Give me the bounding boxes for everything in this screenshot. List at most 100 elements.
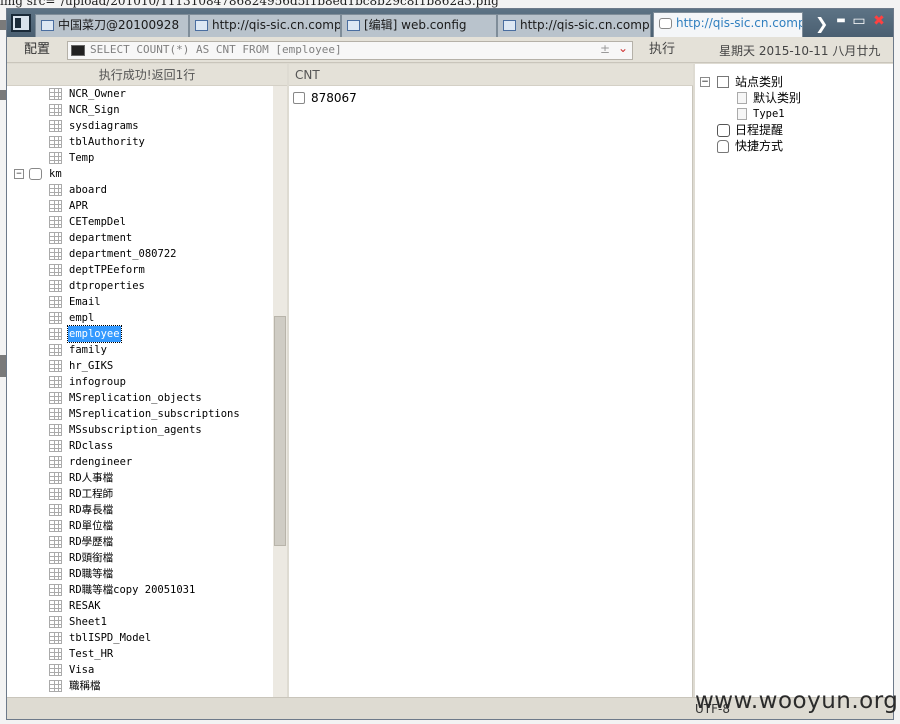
table-item[interactable]: MSreplication_subscriptions [7,406,273,422]
table-name: empl [69,312,95,324]
table-icon [49,312,62,324]
table-item[interactable]: dtproperties [7,278,273,294]
tab-terminal[interactable]: http://qis-sic.cn.compal.... [497,14,651,37]
tab-file-manager[interactable]: http://qis-sic.cn.compal.... [189,14,341,37]
tree-item-default-category[interactable]: 默认类别 [695,90,885,106]
site-category-panel: − 站点类别 默认类别 Type1 日程提醒 快捷方式 [695,64,893,697]
table-item[interactable]: CETempDel [7,214,273,230]
query-toolbar: 配置 SELECT COUNT(*) AS CNT FROM [employee… [7,37,893,63]
tab-edit-web-config[interactable]: [编辑] web.config [341,14,497,37]
table-item[interactable]: empl [7,310,273,326]
table-item[interactable]: tblAuthority [7,134,273,150]
table-icon [49,616,62,628]
execute-button[interactable]: 执行 [639,40,685,60]
table-item[interactable]: department [7,230,273,246]
table-item-selected[interactable]: employee [7,325,273,343]
tab-scroll-right-icon[interactable]: ❯ [815,14,828,33]
chevron-down-icon[interactable]: ⌄ [618,41,628,55]
table-item[interactable]: infogroup [7,374,273,390]
table-icon [49,568,62,580]
table-icon [49,136,62,148]
table-item[interactable]: tblISPD_Model [7,630,273,646]
chopper-window: 中国菜刀@20100928 http://qis-sic.cn.compal..… [6,8,898,720]
table-item[interactable]: NCR_Sign [7,102,273,118]
tree-item-label: 站点类别 [735,75,784,89]
table-item[interactable]: Temp [7,150,273,166]
table-item[interactable]: RD職等檔 [7,566,273,582]
query-status: 执行成功!返回1行 [7,64,287,86]
table-item[interactable]: RD人事檔 [7,470,273,486]
collapse-icon[interactable]: − [700,77,710,87]
database-icon [29,168,42,180]
table-item[interactable]: RD工程師 [7,486,273,502]
table-item[interactable]: 職稱檔 [7,678,273,694]
table-item[interactable]: RD職等檔copy 20051031 [7,582,273,598]
database-name: km [49,168,62,180]
table-name: employee [67,325,122,343]
table-name: RESAK [69,600,101,612]
table-item[interactable]: RD單位檔 [7,518,273,534]
tab-label: 中国菜刀@20100928 [58,18,180,32]
folder-icon [195,20,208,31]
table-item[interactable]: MSreplication_objects [7,390,273,406]
result-column-header[interactable]: CNT [289,64,693,86]
table-icon [49,392,62,404]
table-item[interactable]: aboard [7,182,273,198]
config-button[interactable]: 配置 [11,40,63,60]
table-name: Visa [69,664,95,676]
table-item[interactable]: RD專長檔 [7,502,273,518]
table-icon [49,552,62,564]
result-cell[interactable]: 878067 [311,90,357,106]
maximize-icon[interactable]: ▭ [851,13,867,29]
table-icon [49,584,62,596]
tab-database[interactable]: http://qis-sic.cn.compal.... [653,12,803,37]
table-item[interactable]: family [7,342,273,358]
table-name: department [69,232,133,244]
tab-label: http://qis-sic.cn.compal.... [212,18,341,32]
terminal-icon [503,20,516,31]
table-item[interactable]: RD頭銜檔 [7,550,273,566]
table-item[interactable]: sysdiagrams [7,118,273,134]
table-name: tblISPD_Model [69,632,152,644]
table-name: CETempDel [69,216,126,228]
table-item[interactable]: APR [7,198,273,214]
tree-item-site-category[interactable]: − 站点类别 [695,74,885,90]
table-name: rdengineer [69,456,133,468]
table-icon [49,648,62,660]
table-icon [49,376,62,388]
window-menu-icon[interactable] [11,14,31,32]
table-item[interactable]: hr_GIKS [7,358,273,374]
tree-scrollbar[interactable] [273,86,287,697]
table-item[interactable]: NCR_Owner [7,86,273,102]
database-node[interactable]: − km [7,166,273,182]
close-icon[interactable]: ✖ [871,13,887,29]
tab-chopper-home[interactable]: 中国菜刀@20100928 [35,14,189,37]
plus-minus-icon[interactable]: ± [600,42,610,56]
tree-item-type1[interactable]: Type1 [695,106,885,122]
tree-item-schedule[interactable]: 日程提醒 [695,122,885,138]
scrollbar-thumb[interactable] [274,316,286,546]
minimize-icon[interactable]: ▬ [833,13,849,29]
table-item[interactable]: rdengineer [7,454,273,470]
tree-item-shortcuts[interactable]: 快捷方式 [695,138,885,154]
database-tree-panel: 执行成功!返回1行 NCR_Owner NCR_Sign sysdiagrams tb… [7,64,287,697]
table-item[interactable]: Sheet1 [7,614,273,630]
table-name: Email [69,296,101,308]
collapse-icon[interactable]: − [14,169,24,179]
table-icon [49,408,62,420]
document-icon [737,108,747,120]
table-name: department_080722 [69,248,177,260]
table-name: RD專長檔 [69,504,114,516]
table-item[interactable]: Test_HR [7,646,273,662]
table-item[interactable]: Email [7,294,273,310]
table-item[interactable]: MSsubscription_agents [7,422,273,438]
table-item[interactable]: department_080722 [7,246,273,262]
table-item[interactable]: RESAK [7,598,273,614]
sql-query-input[interactable]: SELECT COUNT(*) AS CNT FROM [employee] ±… [67,41,633,60]
table-item[interactable]: RDclass [7,438,273,454]
table-icon [49,680,62,692]
table-item[interactable]: Visa [7,662,273,678]
table-icon [49,632,62,644]
table-item[interactable]: deptTPEeform [7,262,273,278]
table-item[interactable]: RD學歷檔 [7,534,273,550]
